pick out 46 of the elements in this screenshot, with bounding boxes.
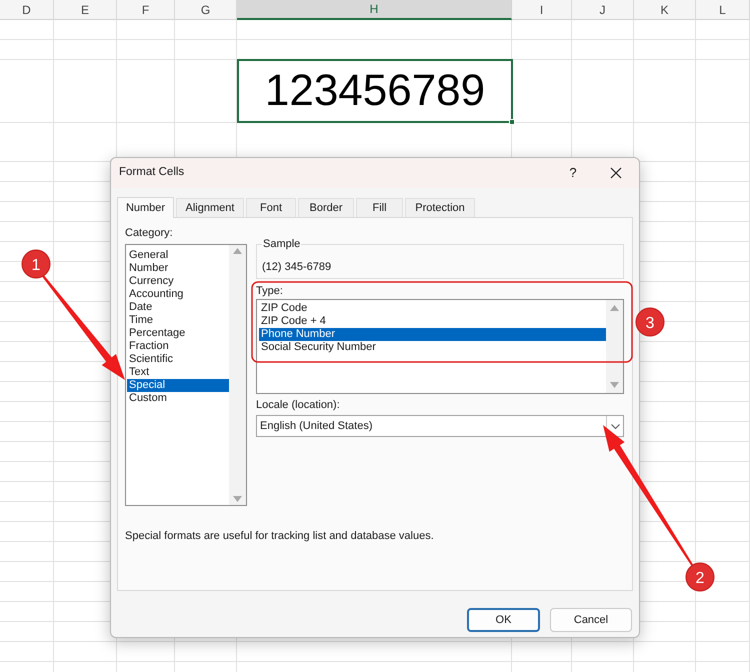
list-item[interactable]: Percentage	[127, 327, 229, 340]
scroll-down-icon[interactable]	[610, 382, 619, 388]
column-header[interactable]: H	[237, 0, 512, 20]
scroll-down-icon[interactable]	[233, 496, 242, 502]
tab[interactable]: Number	[117, 197, 174, 218]
list-item[interactable]: Scientific	[127, 353, 229, 366]
locale-label: Locale (location):	[256, 399, 341, 412]
list-item[interactable]: Number	[127, 262, 229, 275]
list-item[interactable]: Fraction	[127, 340, 229, 353]
list-item[interactable]: Currency	[127, 275, 229, 288]
list-item[interactable]: Custom	[127, 392, 229, 405]
tab[interactable]: Protection	[405, 198, 475, 217]
window-title: Format Cells	[119, 165, 184, 180]
list-item[interactable]: Accounting	[127, 288, 229, 301]
tab[interactable]: Font	[246, 198, 296, 217]
selected-cell[interactable]: 123456789	[237, 59, 513, 123]
fill-handle[interactable]	[509, 119, 515, 125]
list-item[interactable]: ZIP Code	[259, 302, 606, 315]
list-item[interactable]: General	[127, 249, 229, 262]
chevron-down-icon	[610, 424, 620, 428]
list-item[interactable]: Social Security Number	[259, 341, 606, 354]
category-list[interactable]: General Number Currency Accounting Date Time Percentage Fraction Scientific Text Special Custom	[125, 244, 247, 506]
list-item[interactable]: ZIP Code + 4	[259, 315, 606, 328]
description-text: Special formats are useful for tracking list and database values.	[125, 529, 435, 544]
callout-badge: 3	[636, 308, 664, 336]
scroll-up-icon[interactable]	[610, 305, 619, 311]
category-label: Category:	[125, 227, 174, 240]
list-item[interactable]: Text	[127, 366, 229, 379]
sample-label: Sample	[262, 236, 302, 252]
list-item[interactable]: Date	[127, 301, 229, 314]
tab[interactable]: Alignment	[176, 198, 244, 217]
callout-badge: 1	[22, 250, 50, 278]
tab[interactable]: Border	[298, 198, 354, 217]
locale-dropdown[interactable]: English (United States)	[256, 415, 624, 437]
type-list[interactable]: ZIP Code ZIP Code + 4 Phone Number Social Security Number	[256, 299, 624, 394]
sample-value: (12) 345-6789	[262, 260, 332, 274]
callout-badge: 2	[686, 562, 714, 592]
list-item[interactable]: Phone Number	[259, 328, 606, 341]
scroll-up-icon[interactable]	[233, 248, 242, 254]
type-label: Type:	[256, 285, 284, 298]
list-item[interactable]: Time	[127, 314, 229, 327]
ok-button[interactable]: OK	[467, 608, 540, 632]
tab[interactable]: Fill	[356, 198, 403, 217]
list-item[interactable]: Special	[127, 379, 229, 392]
cancel-button[interactable]: Cancel	[550, 608, 632, 632]
help-button[interactable]: ?	[561, 162, 585, 184]
